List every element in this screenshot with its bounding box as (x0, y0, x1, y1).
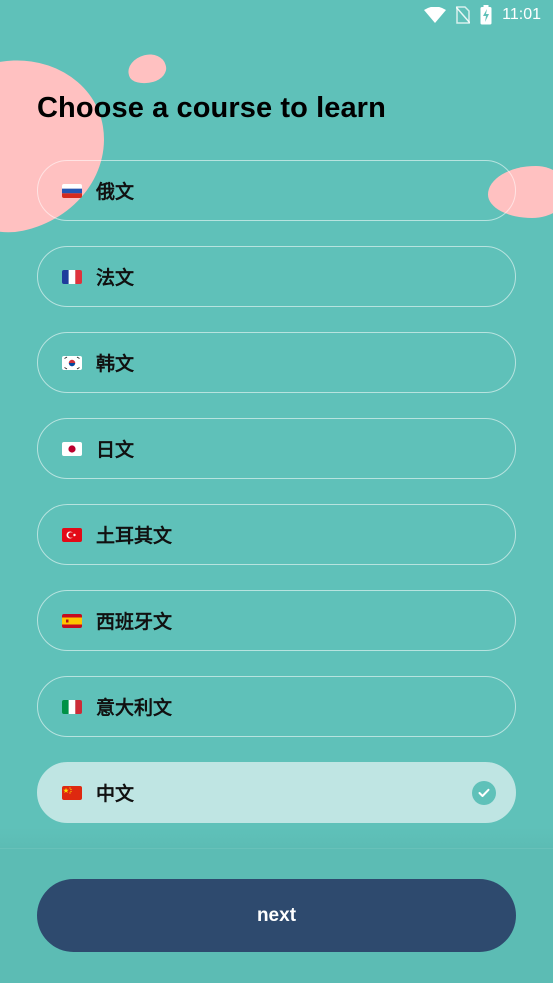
russia-flag-icon (62, 183, 82, 198)
no-sim-icon (456, 6, 471, 24)
course-label: 土耳其文 (96, 526, 173, 547)
course-option-french[interactable]: 法文 (37, 246, 516, 307)
course-option-korean[interactable]: 韩文 (37, 332, 516, 393)
list-fade (0, 828, 553, 848)
page-title: Choose a course to learn (37, 92, 386, 124)
course-option-italian[interactable]: 意大利文 (37, 676, 516, 737)
course-list: 俄文 法文 韩文 日文 土耳其文 西班牙文 意大利文 中文 (37, 160, 516, 848)
battery-charging-icon (480, 5, 492, 25)
course-label: 法文 (96, 268, 135, 289)
south-korea-flag-icon (62, 355, 82, 370)
decorative-blob-small (125, 50, 169, 88)
course-option-russian[interactable]: 俄文 (37, 160, 516, 221)
status-time: 11:01 (502, 6, 541, 23)
china-flag-icon (62, 785, 82, 800)
course-label: 韩文 (96, 354, 135, 375)
course-label: 中文 (96, 784, 135, 805)
course-option-turkish[interactable]: 土耳其文 (37, 504, 516, 565)
app-screen: 11:01 Choose a course to learn 俄文 法文 韩文 (0, 0, 553, 983)
spain-flag-icon (62, 613, 82, 628)
italy-flag-icon (62, 699, 82, 714)
course-label: 日文 (96, 440, 135, 461)
course-label: 西班牙文 (96, 612, 173, 633)
course-label: 俄文 (96, 182, 135, 203)
turkey-flag-icon (62, 527, 82, 542)
wifi-icon (424, 7, 447, 23)
next-button[interactable]: next (37, 879, 516, 952)
course-option-chinese[interactable]: 中文 (37, 762, 516, 823)
course-option-japanese[interactable]: 日文 (37, 418, 516, 479)
course-label: 意大利文 (96, 698, 173, 719)
selected-check-icon (472, 781, 496, 805)
japan-flag-icon (62, 441, 82, 456)
course-option-spanish[interactable]: 西班牙文 (37, 590, 516, 651)
france-flag-icon (62, 269, 82, 284)
status-bar: 11:01 (393, 0, 553, 30)
